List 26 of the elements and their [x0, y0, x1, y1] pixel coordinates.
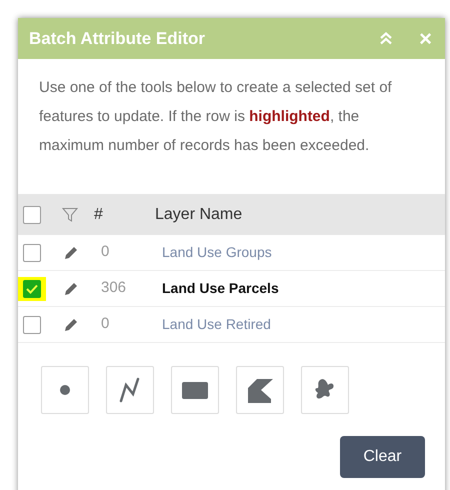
filter-icon[interactable]: [62, 206, 78, 222]
checkbox[interactable]: [23, 206, 41, 224]
checkmark-icon: [26, 284, 38, 294]
checkbox[interactable]: [23, 244, 41, 262]
record-count: 0: [101, 314, 110, 334]
checkbox[interactable]: [23, 316, 41, 334]
point-tool-button[interactable]: [41, 366, 89, 414]
record-count: 306: [101, 278, 128, 298]
polyline-tool-button[interactable]: [106, 366, 154, 414]
column-header: Layer Name: [155, 204, 242, 224]
column-header: #: [94, 204, 104, 224]
freehand-tool-button[interactable]: [301, 366, 349, 414]
pencil-icon[interactable]: [63, 280, 79, 296]
record-count: 0: [101, 242, 110, 262]
layer-name[interactable]: Land Use Groups: [162, 242, 272, 263]
rectangle-tool-button[interactable]: [171, 366, 219, 414]
clear-button[interactable]: Clear: [340, 436, 425, 478]
polygon-tool-button[interactable]: [236, 366, 284, 414]
checkbox[interactable]: [23, 280, 41, 298]
layer-name[interactable]: Land Use Retired: [162, 314, 271, 335]
pencil-icon[interactable]: [63, 316, 79, 332]
pencil-icon[interactable]: [63, 244, 79, 260]
window-title: Batch Attribute Editor: [29, 28, 206, 50]
layer-name[interactable]: Land Use Parcels: [162, 278, 279, 299]
polygon-icon: [246, 376, 274, 404]
instructions-text: Use one of the tools below to create a selected set of features to update. If the row is highlighted, the maximum number of records has been exceeded.: [38, 78, 393, 156]
